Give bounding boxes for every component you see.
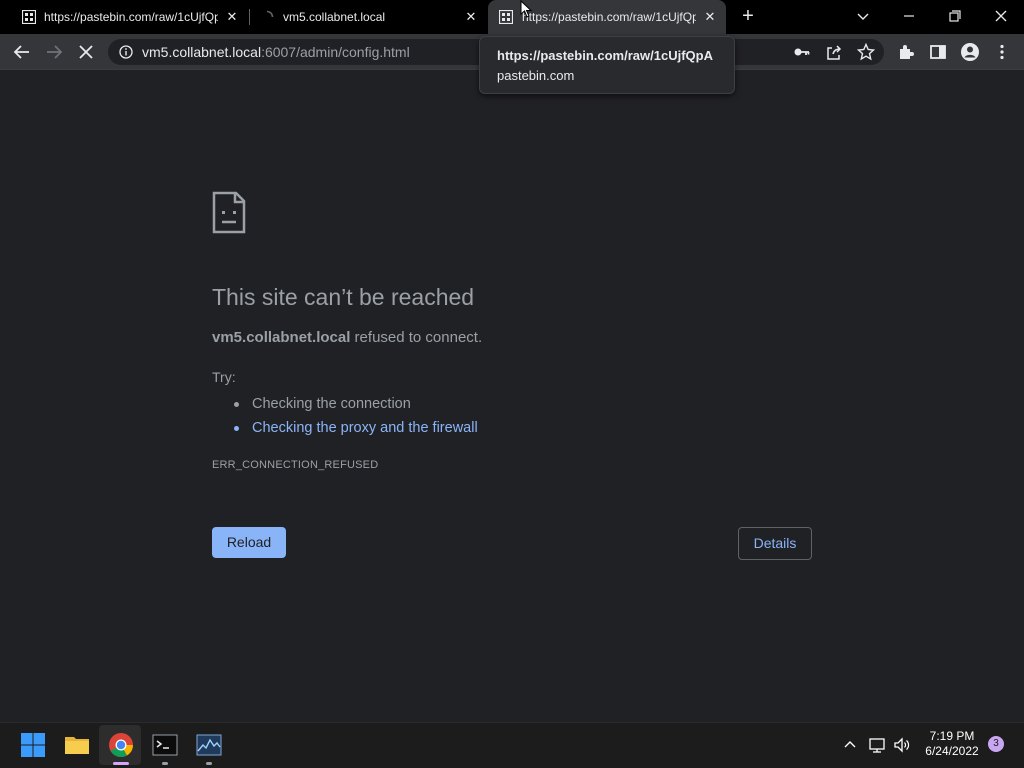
clock-time: 7:19 PM bbox=[929, 729, 975, 743]
error-code: ERR_CONNECTION_REFUSED bbox=[212, 459, 379, 471]
back-arrow-icon[interactable] bbox=[11, 41, 33, 63]
tab-close-icon[interactable]: ✕ bbox=[702, 9, 718, 25]
pastebin-favicon-icon bbox=[499, 10, 513, 24]
error-page: This site can’t be reached vm5.collabnet… bbox=[0, 71, 1024, 722]
url-text[interactable]: vm5.collabnet.local:6007/admin/config.ht… bbox=[142, 45, 410, 59]
tooltip-title: https://pastebin.com/raw/1cUjfQpA bbox=[497, 48, 713, 63]
task-manager-icon[interactable] bbox=[195, 731, 223, 759]
suggestion-check-proxy-link[interactable]: Checking the proxy and the firewall bbox=[232, 416, 478, 440]
notification-count-badge[interactable]: 3 bbox=[988, 736, 1004, 752]
tab-pastebin-1[interactable]: https://pastebin.com/raw/1cUjfQpA ✕ bbox=[0, 0, 250, 34]
try-label: Try: bbox=[212, 369, 236, 385]
suggestion-list: Checking the connection Checking the pro… bbox=[232, 392, 478, 440]
task-manager-running-indicator bbox=[206, 762, 212, 765]
forward-arrow-icon[interactable] bbox=[43, 41, 65, 63]
show-hidden-icons-chevron-icon[interactable] bbox=[841, 736, 859, 754]
windows-taskbar: 7:19 PM 6/24/2022 bbox=[0, 722, 1024, 768]
key-icon[interactable] bbox=[791, 41, 813, 63]
error-host: vm5.collabnet.local bbox=[212, 329, 351, 346]
network-icon[interactable] bbox=[868, 736, 886, 754]
suggestion-check-connection: Checking the connection bbox=[232, 392, 478, 416]
terminal-icon[interactable] bbox=[151, 731, 179, 759]
tab-strip: https://pastebin.com/raw/1cUjfQpA ✕ vm5.… bbox=[0, 0, 1024, 34]
error-summary-text: refused to connect. bbox=[350, 329, 483, 346]
kebab-menu-icon[interactable] bbox=[991, 41, 1013, 63]
tab-search-chevron-icon[interactable] bbox=[852, 6, 874, 26]
tab-close-icon[interactable]: ✕ bbox=[224, 9, 240, 25]
restore-icon[interactable] bbox=[944, 6, 966, 26]
side-panel-icon[interactable] bbox=[927, 41, 949, 63]
browser-window: https://pastebin.com/raw/1cUjfQpA ✕ vm5.… bbox=[0, 0, 1024, 768]
mouse-pointer-icon bbox=[520, 0, 532, 18]
tab-hover-tooltip: https://pastebin.com/raw/1cUjfQpA pasteb… bbox=[479, 36, 735, 94]
bookmark-star-icon[interactable] bbox=[855, 41, 877, 63]
share-icon[interactable] bbox=[823, 41, 845, 63]
tab-close-icon[interactable]: ✕ bbox=[463, 9, 479, 25]
pastebin-favicon-icon bbox=[22, 10, 36, 24]
tab-title: https://pastebin.com/raw/1cUjfQpA bbox=[44, 10, 218, 24]
chrome-active-indicator bbox=[113, 762, 129, 765]
tab-title: vm5.collabnet.local bbox=[283, 10, 386, 24]
new-tab-button[interactable]: + bbox=[738, 6, 758, 26]
extensions-puzzle-icon[interactable] bbox=[895, 41, 917, 63]
tab-title: https://pastebin.com/raw/1cUjfQpA bbox=[522, 10, 696, 24]
close-window-icon[interactable] bbox=[990, 6, 1012, 26]
tab-vm5-collabnet[interactable]: vm5.collabnet.local ✕ bbox=[250, 0, 488, 34]
stop-loading-icon[interactable] bbox=[75, 41, 97, 63]
site-info-icon[interactable] bbox=[119, 45, 133, 59]
reload-button[interactable]: Reload bbox=[212, 527, 286, 558]
volume-icon[interactable] bbox=[893, 736, 911, 754]
chrome-icon[interactable] bbox=[107, 731, 135, 759]
start-icon[interactable] bbox=[19, 731, 47, 759]
url-host: vm5.collabnet.local bbox=[142, 44, 262, 60]
details-button[interactable]: Details bbox=[738, 527, 812, 560]
file-explorer-icon[interactable] bbox=[63, 731, 91, 759]
error-title: This site can’t be reached bbox=[212, 284, 475, 310]
clock-date: 6/24/2022 bbox=[925, 744, 979, 758]
url-path: :6007/admin/config.html bbox=[261, 44, 410, 60]
error-summary: vm5.collabnet.local refused to connect. bbox=[212, 329, 482, 347]
loading-spinner-icon bbox=[266, 10, 274, 18]
tooltip-domain: pastebin.com bbox=[497, 68, 575, 83]
minimize-icon[interactable] bbox=[898, 6, 920, 26]
taskbar-clock[interactable]: 7:19 PM 6/24/2022 bbox=[920, 729, 984, 759]
profile-avatar-icon[interactable] bbox=[959, 41, 981, 63]
terminal-running-indicator bbox=[162, 762, 168, 765]
sad-page-icon bbox=[212, 191, 246, 234]
